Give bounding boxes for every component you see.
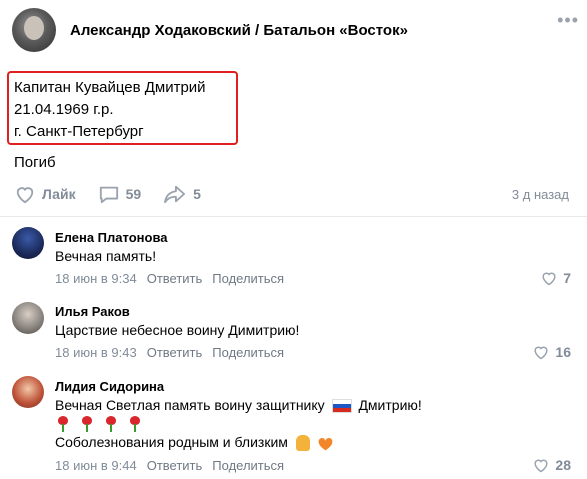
share-link[interactable]: Поделиться: [212, 458, 284, 473]
comment-like-button[interactable]: 7: [540, 270, 571, 286]
heart-outline-icon: [16, 187, 34, 204]
comment-meta: 18 июн в 9:34 Ответить Поделиться: [55, 271, 294, 286]
comment-author[interactable]: Илья Раков: [55, 304, 130, 319]
comment-like-button[interactable]: 28: [532, 457, 571, 473]
rose-emoji-icon: [103, 416, 120, 433]
reply-link[interactable]: Ответить: [147, 458, 203, 473]
praying-hands-emoji-icon: [295, 435, 310, 452]
share-link[interactable]: Поделиться: [212, 271, 284, 286]
comment-bubble-icon: [99, 186, 118, 204]
reply-link[interactable]: Ответить: [147, 345, 203, 360]
russian-flag-emoji-icon: [331, 399, 352, 414]
comment-like-count: 7: [563, 270, 571, 286]
post-text-line-2: 21.04.1969 г.р.: [14, 101, 114, 118]
comment-like-button[interactable]: 16: [532, 344, 571, 360]
comments-count: 59: [125, 186, 142, 202]
avatar[interactable]: [12, 302, 44, 334]
comment-meta: 18 июн в 9:43 Ответить Поделиться: [55, 345, 294, 360]
like-button[interactable]: Лайк: [14, 184, 76, 204]
post-actions-bar: Лайк 59 5 3 д назад: [14, 182, 577, 206]
comment-time[interactable]: 18 июн в 9:44: [55, 458, 137, 473]
heart-outline-icon: [534, 346, 548, 360]
reply-link[interactable]: Ответить: [147, 271, 203, 286]
comment-time[interactable]: 18 июн в 9:34: [55, 271, 137, 286]
comment-author[interactable]: Елена Платонова: [55, 230, 168, 245]
share-button[interactable]: 5: [163, 184, 201, 204]
comment-time[interactable]: 18 июн в 9:43: [55, 345, 137, 360]
avatar[interactable]: [12, 227, 44, 259]
post-status-text: Погиб: [14, 154, 56, 171]
author-avatar[interactable]: [12, 8, 56, 52]
share-link[interactable]: Поделиться: [212, 345, 284, 360]
shares-count: 5: [193, 186, 201, 202]
comment-meta: 18 июн в 9:44 Ответить Поделиться: [55, 458, 294, 473]
comment-text: Царствие небесное воину Димитрию!: [55, 322, 300, 338]
post-time-ago[interactable]: 3 д назад: [512, 187, 569, 202]
comment-text-line-3: Соболезнования родным и близким: [55, 434, 334, 452]
comment-emoji-row: [55, 415, 147, 433]
post-author-name[interactable]: Александр Ходаковский / Батальон «Восток…: [70, 22, 408, 39]
post-text-line-3: г. Санкт-Петербург: [14, 123, 144, 140]
comment-text-part-2: Дмитрию!: [358, 397, 422, 413]
comment-text-part-1: Вечная Светлая память воину защитнику: [55, 397, 325, 413]
rose-emoji-icon: [127, 416, 144, 433]
comments-button[interactable]: 59: [98, 184, 142, 204]
orange-heart-emoji-icon: [318, 437, 333, 451]
heart-outline-icon: [534, 459, 548, 473]
comment-text-line-1: Вечная Светлая память воину защитнику Дм…: [55, 397, 422, 414]
comment-author[interactable]: Лидия Сидорина: [55, 379, 164, 394]
divider: [0, 216, 587, 217]
comment-text: Вечная память!: [55, 248, 157, 264]
share-arrow-icon: [164, 185, 186, 204]
like-label: Лайк: [42, 186, 76, 202]
post-header: Александр Ходаковский / Батальон «Восток…: [12, 8, 575, 52]
avatar[interactable]: [12, 376, 44, 408]
rose-emoji-icon: [79, 416, 96, 433]
comment-like-count: 28: [555, 457, 571, 473]
rose-emoji-icon: [55, 416, 72, 433]
comment-text-part-3: Соболезнования родным и близким: [55, 434, 288, 450]
more-dots-icon[interactable]: •••: [557, 10, 579, 31]
comment-like-count: 16: [555, 344, 571, 360]
post-text-line-1: Капитан Кувайцев Дмитрий: [14, 79, 206, 96]
heart-outline-icon: [542, 272, 556, 286]
